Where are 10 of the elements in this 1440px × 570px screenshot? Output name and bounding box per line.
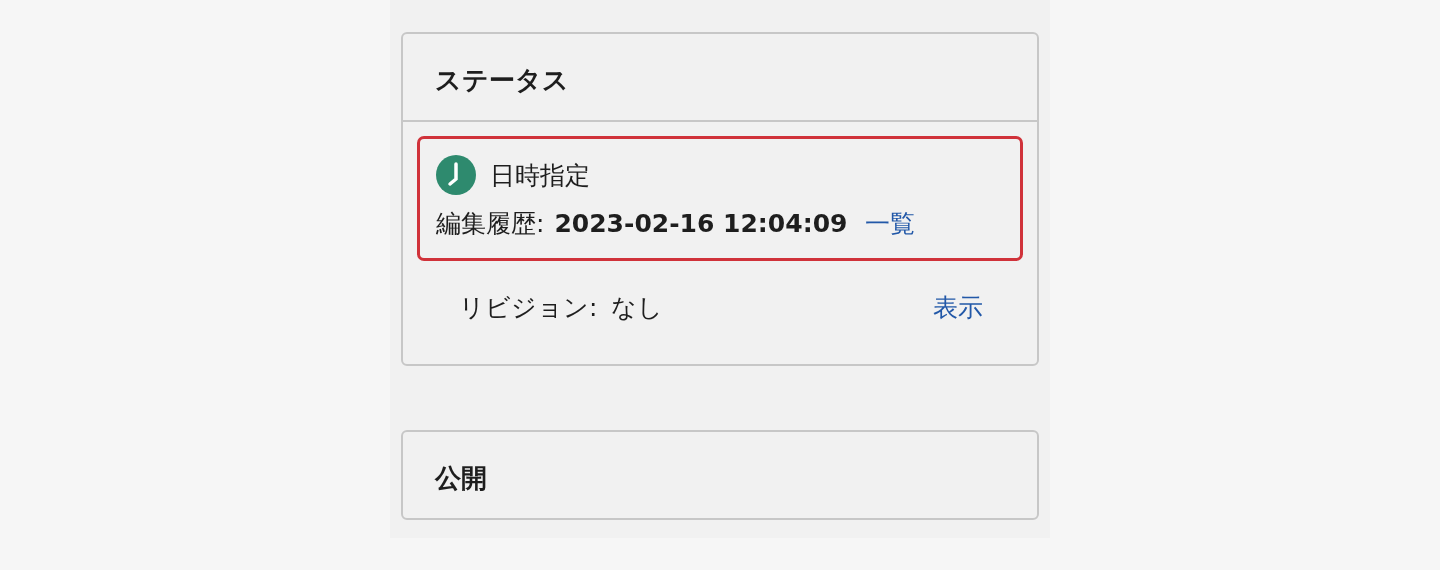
history-date: 2023-02-16 12:04:09	[554, 209, 848, 238]
show-link[interactable]: 表示	[933, 291, 983, 324]
list-link[interactable]: 一覧	[865, 207, 916, 240]
clock-icon	[436, 155, 476, 195]
panel-title: ステータス	[435, 64, 570, 97]
history-label: 編集履歴:	[436, 208, 545, 240]
revision-value: なし	[611, 292, 664, 324]
revision-label: リビジョン:	[459, 292, 598, 324]
status-label: 日時指定	[490, 159, 590, 192]
panel-title: 公開	[435, 462, 488, 495]
